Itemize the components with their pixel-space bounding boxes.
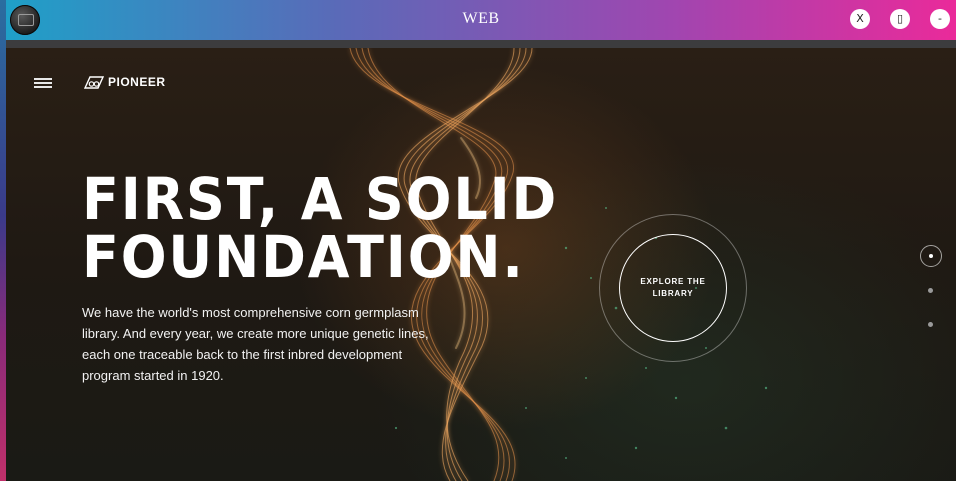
pager-dot[interactable] <box>928 322 933 327</box>
description-line-3: each one traceable back to the first inb… <box>82 347 403 362</box>
headline-line-2: FOUNDATION. <box>82 223 525 291</box>
explore-label-line-2: LIBRARY <box>652 289 694 298</box>
maximize-button[interactable]: ▯ <box>890 9 910 29</box>
description-line-4: program started in 1920. <box>82 368 224 383</box>
window-title: WEB <box>462 10 500 27</box>
brand-name: PIONEER <box>108 75 166 89</box>
description-line-1: We have the world's most comprehensive c… <box>82 305 419 320</box>
headline-line-1: FIRST, A SOLID <box>82 165 559 233</box>
window-divider <box>6 40 956 48</box>
explore-label-line-1: EXPLORE THE <box>640 277 706 286</box>
close-button[interactable]: X <box>850 9 870 29</box>
hamburger-menu-icon[interactable] <box>34 78 52 88</box>
description-line-2: library. And every year, we create more … <box>82 326 429 341</box>
hero-section: PIONEER FIRST, A SOLID FOUNDATION. We ha… <box>6 48 956 481</box>
minimize-button[interactable]: - <box>930 9 950 29</box>
hero-headline: FIRST, A SOLID FOUNDATION. <box>82 170 558 286</box>
pager-dot[interactable] <box>928 288 933 293</box>
explore-library-button[interactable]: EXPLORE THE LIBRARY <box>619 234 727 342</box>
pager-dot-active[interactable] <box>920 245 942 267</box>
hero-description: We have the world's most comprehensive c… <box>82 302 482 386</box>
pioneer-logo-icon <box>84 75 104 89</box>
window-titlebar[interactable]: WEB X ▯ - <box>6 0 956 40</box>
brand-logo[interactable]: PIONEER <box>84 75 166 89</box>
